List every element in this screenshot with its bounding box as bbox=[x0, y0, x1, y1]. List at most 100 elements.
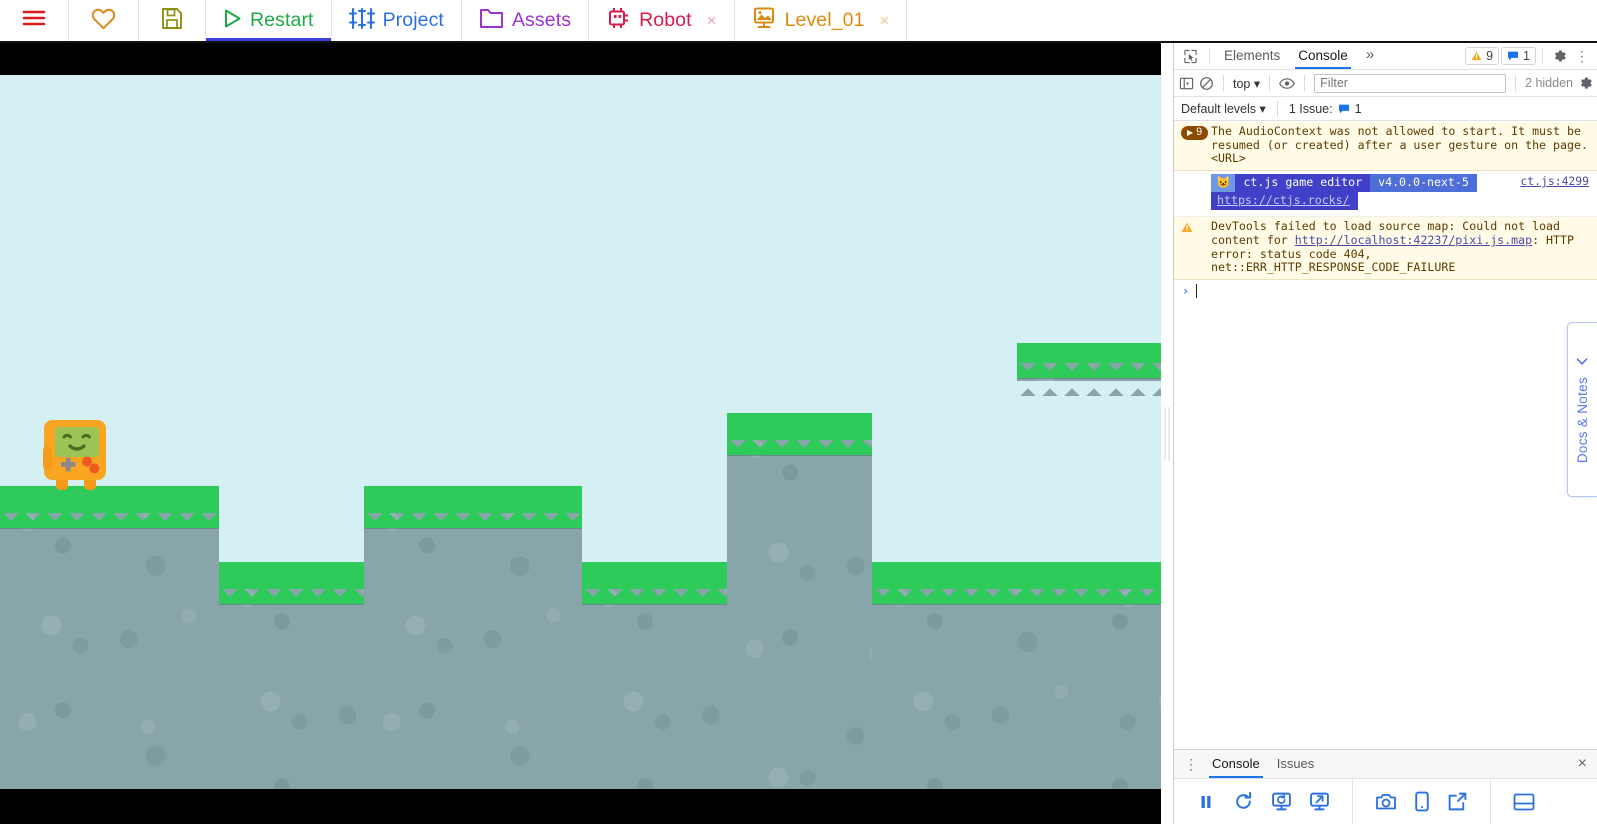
gear-icon[interactable] bbox=[1549, 47, 1569, 65]
sourcemap-url-link[interactable]: http://localhost:42237/pixi.js.map bbox=[1295, 233, 1532, 247]
warning-count-badge[interactable]: 9 bbox=[1465, 47, 1500, 65]
console-message-ctjs-banner[interactable]: 😺 ct.js game editor v4.0.0-next-5 https:… bbox=[1174, 171, 1597, 218]
cat-emoji-icon: 😺 bbox=[1211, 174, 1236, 192]
message-bubble-icon bbox=[1338, 104, 1349, 113]
menu-button[interactable] bbox=[0, 0, 69, 41]
devtools-tabbar: Elements Console » 9 1 ⋮ bbox=[1174, 43, 1597, 70]
game-canvas[interactable] bbox=[0, 75, 1161, 789]
grass-top bbox=[364, 486, 582, 513]
camera-icon[interactable] bbox=[1375, 792, 1397, 812]
console-settings-gear-icon[interactable] bbox=[1578, 76, 1592, 90]
message-text: DevTools failed to load source map: Coul… bbox=[1211, 220, 1589, 275]
play-triangle-icon bbox=[223, 8, 242, 34]
playback-controls-group bbox=[1174, 779, 1352, 824]
text-cursor bbox=[1196, 284, 1198, 299]
platform-tall-pillar bbox=[727, 413, 872, 789]
docs-and-notes-tab[interactable]: Docs & Notes bbox=[1567, 322, 1597, 497]
hidden-messages-label: 2 hidden bbox=[1525, 76, 1573, 90]
assets-tab[interactable]: Assets bbox=[462, 0, 590, 41]
message-bubble-icon bbox=[1508, 51, 1519, 61]
message-text: The AudioContext was not allowed to star… bbox=[1211, 124, 1588, 166]
divider bbox=[1304, 75, 1306, 91]
warning-triangle-icon bbox=[1471, 51, 1482, 61]
console-levels-bar: Default levels ▾ 1 Issue: 1 bbox=[1174, 97, 1597, 121]
grass-top bbox=[582, 562, 727, 589]
tab-console[interactable]: Console bbox=[1290, 44, 1356, 69]
drawer-tab-issues[interactable]: Issues bbox=[1270, 752, 1322, 777]
donate-button[interactable] bbox=[69, 0, 139, 41]
save-button[interactable] bbox=[139, 0, 206, 41]
grass-zigzag-edge bbox=[582, 589, 727, 604]
drawer-tab-console[interactable]: Console bbox=[1205, 752, 1267, 778]
chevron-down-icon: ▾ bbox=[1259, 102, 1266, 116]
tab-elements[interactable]: Elements bbox=[1216, 44, 1288, 68]
player-character-robot bbox=[43, 420, 106, 490]
rock-zigzag-bottom-edge bbox=[1017, 381, 1161, 396]
devtools-resize-handle[interactable] bbox=[1161, 43, 1173, 824]
platform-right-ledge bbox=[872, 562, 1161, 789]
folder-icon bbox=[479, 7, 504, 34]
console-filter-input[interactable] bbox=[1314, 73, 1507, 93]
project-tab[interactable]: Project bbox=[332, 0, 462, 41]
message-count: 1 bbox=[1523, 49, 1530, 63]
robot-label: Robot bbox=[639, 9, 692, 31]
more-tabs-icon[interactable]: » bbox=[1358, 45, 1382, 68]
robot-tab[interactable]: Robot × bbox=[589, 0, 735, 41]
issues-badge[interactable]: 1 Issue: 1 bbox=[1289, 102, 1362, 116]
chevron-left-icon bbox=[1577, 358, 1588, 366]
layout-panel-icon[interactable] bbox=[1513, 793, 1535, 811]
message-repeat-count[interactable]: ▶ 9 bbox=[1181, 125, 1209, 166]
console-message-list[interactable]: ▶ 9 The AudioContext was not allowed to … bbox=[1174, 122, 1597, 749]
grass-zigzag-edge bbox=[1017, 363, 1161, 378]
issues-count: 1 bbox=[1354, 101, 1362, 116]
game-preview-viewport[interactable] bbox=[0, 43, 1161, 824]
grass-top bbox=[1017, 343, 1161, 363]
room-image-icon bbox=[752, 6, 777, 35]
drawer-tabbar: ⋮ Console Issues × bbox=[1174, 750, 1597, 779]
divider bbox=[1515, 75, 1517, 91]
pause-icon[interactable] bbox=[1196, 792, 1216, 812]
screen-refresh-icon[interactable] bbox=[1271, 791, 1292, 812]
level01-tab-close-icon[interactable]: × bbox=[880, 12, 890, 29]
kebab-menu-icon[interactable]: ⋮ bbox=[1571, 48, 1593, 65]
execution-context-selector[interactable]: top ▾ bbox=[1233, 76, 1260, 91]
robot-tab-close-icon[interactable]: × bbox=[707, 12, 717, 29]
reload-icon[interactable] bbox=[1233, 791, 1254, 812]
open-external-icon[interactable] bbox=[1447, 791, 1468, 812]
platform-low-step-mid bbox=[582, 562, 727, 789]
docs-notes-vertical-label: Docs & Notes bbox=[1575, 355, 1590, 464]
inspect-cursor-icon[interactable] bbox=[1178, 47, 1203, 66]
ctjs-name: ct.js game editor bbox=[1235, 174, 1371, 192]
project-label: Project bbox=[382, 9, 444, 31]
console-message-sourcemap[interactable]: DevTools failed to load source map: Coul… bbox=[1174, 217, 1597, 281]
drawer-kebab-menu-icon[interactable]: ⋮ bbox=[1180, 756, 1202, 773]
capture-controls-group bbox=[1352, 779, 1490, 824]
sliders-icon bbox=[348, 7, 375, 35]
mobile-device-icon[interactable] bbox=[1414, 791, 1430, 812]
platform-low-step-left bbox=[219, 562, 364, 789]
default-levels-selector[interactable]: Default levels ▾ bbox=[1181, 101, 1266, 116]
console-prompt[interactable]: › bbox=[1174, 280, 1597, 303]
message-count-badge[interactable]: 1 bbox=[1501, 47, 1536, 65]
screen-popout-icon[interactable] bbox=[1309, 791, 1330, 812]
grass-top bbox=[0, 486, 219, 513]
platform-floating-ledge bbox=[1017, 343, 1161, 396]
clear-console-icon[interactable] bbox=[1199, 76, 1214, 91]
warning-triangle-icon bbox=[1181, 220, 1205, 275]
ctjs-version: v4.0.0-next-5 bbox=[1370, 174, 1477, 192]
platform-mid-block bbox=[364, 486, 582, 789]
divider bbox=[1209, 48, 1210, 64]
heart-icon bbox=[91, 7, 116, 35]
rock-texture bbox=[364, 486, 582, 789]
level01-tab[interactable]: Level_01 × bbox=[735, 0, 908, 41]
console-source-link[interactable]: ct.js:4299 bbox=[1520, 174, 1589, 188]
live-expression-eye-icon[interactable] bbox=[1279, 77, 1296, 90]
console-toolbar: top ▾ 2 hidden bbox=[1174, 70, 1597, 97]
console-sidebar-icon[interactable] bbox=[1179, 76, 1194, 91]
ctjs-url-link[interactable]: https://ctjs.rocks/ bbox=[1211, 191, 1358, 211]
divider bbox=[1269, 75, 1271, 91]
drawer-close-icon[interactable]: × bbox=[1574, 755, 1591, 773]
console-message-audiocontext[interactable]: ▶ 9 The AudioContext was not allowed to … bbox=[1174, 122, 1597, 172]
restart-button[interactable]: Restart bbox=[206, 0, 332, 41]
message-gutter bbox=[1181, 174, 1205, 210]
